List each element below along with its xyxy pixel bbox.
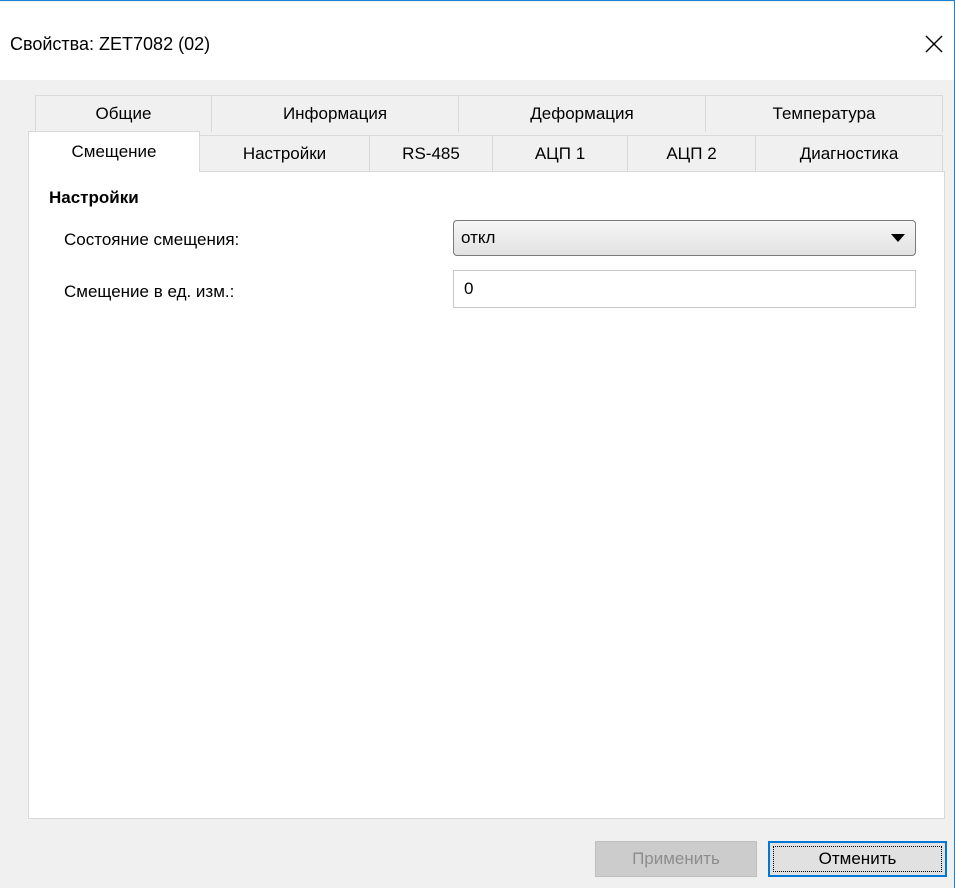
section-title: Настройки [49, 188, 139, 207]
tab-deformation[interactable]: Деформация [458, 95, 706, 132]
tab-general[interactable]: Общие [35, 95, 212, 132]
tab-adc1[interactable]: АЦП 1 [492, 135, 628, 172]
apply-button[interactable]: Применить [595, 841, 757, 877]
close-icon [925, 35, 943, 53]
tab-label: АЦП 2 [666, 144, 717, 163]
tab-label: Информация [282, 104, 388, 123]
tab-temperature[interactable]: Температура [705, 95, 943, 132]
window-title: Свойства: ZET7082 (02) [10, 34, 211, 54]
close-button[interactable] [914, 24, 954, 64]
tab-label: Температура [772, 104, 876, 123]
offset-units-input[interactable] [453, 270, 916, 308]
tab-label: RS-485 [402, 144, 460, 163]
tab-panel-offset: Настройки Состояние смещения: откл Смеще… [28, 171, 945, 819]
properties-dialog: Свойства: ZET7082 (02) Общие Информация … [0, 0, 955, 888]
apply-button-label: Применить [632, 849, 720, 868]
tab-label: Смещение [71, 142, 157, 161]
cancel-button[interactable]: Отменить [768, 841, 947, 877]
tab-label: Настройки [242, 144, 327, 163]
title-bar: Свойства: ZET7082 (02) [0, 2, 954, 80]
offset-state-label: Состояние смещения: [64, 230, 240, 249]
tab-label: Диагностика [799, 144, 899, 163]
chevron-down-icon [891, 234, 905, 242]
offset-state-dropdown[interactable]: откл [453, 220, 916, 256]
tab-rs485[interactable]: RS-485 [369, 135, 493, 172]
offset-units-label: Смещение в ед. изм.: [64, 282, 235, 301]
tab-adc2[interactable]: АЦП 2 [627, 135, 756, 172]
tab-offset[interactable]: Смещение [28, 131, 200, 172]
tab-settings[interactable]: Настройки [199, 135, 370, 172]
tab-diagnostics[interactable]: Диагностика [755, 135, 943, 172]
tab-information[interactable]: Информация [211, 95, 459, 132]
tab-label: Деформация [530, 104, 634, 123]
cancel-button-label: Отменить [818, 849, 897, 868]
tab-label: АЦП 1 [534, 144, 586, 163]
tab-label: Общие [95, 104, 152, 123]
offset-state-value: откл [461, 228, 496, 247]
